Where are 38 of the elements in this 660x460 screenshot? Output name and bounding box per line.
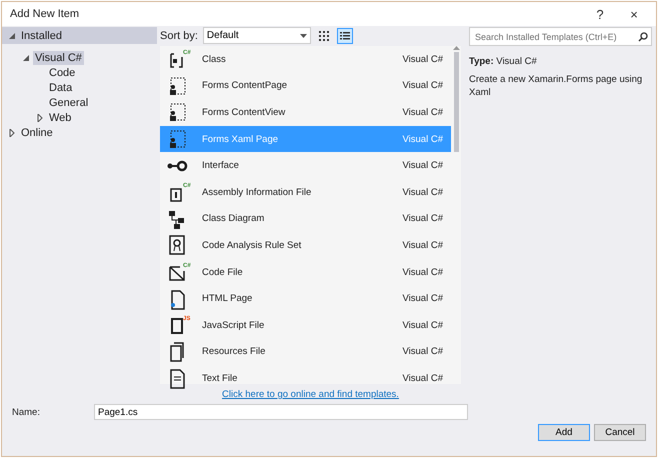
type-label: Type: bbox=[469, 56, 494, 67]
type-value: Visual C# bbox=[496, 56, 537, 67]
scroll-up-arrow-icon[interactable] bbox=[452, 46, 460, 50]
list-view-button[interactable] bbox=[336, 28, 353, 44]
tree-item[interactable]: Online bbox=[19, 126, 55, 140]
template-row[interactable]: Forms ContentPage Visual C# bbox=[160, 72, 451, 100]
dialog-button[interactable]: Cancel bbox=[594, 424, 646, 441]
help-button[interactable]: ? bbox=[586, 6, 614, 22]
template-row[interactable]: Forms ContentView Visual C# bbox=[160, 99, 451, 126]
tree-item[interactable]: Code bbox=[47, 66, 78, 80]
close-button[interactable]: × bbox=[620, 6, 648, 22]
name-field[interactable]: Page1.cs bbox=[94, 404, 468, 420]
collapsed-arrow-icon[interactable] bbox=[8, 128, 16, 136]
search-field[interactable]: Search Installed Templates (Ctrl+E) bbox=[469, 27, 652, 46]
online-templates-link[interactable]: Click here to go online and find templates. bbox=[222, 389, 399, 400]
tree-item[interactable]: General bbox=[47, 96, 90, 110]
list-icon bbox=[338, 30, 351, 42]
sort-dropdown[interactable]: Default bbox=[202, 27, 311, 44]
tree-item[interactable]: Web bbox=[47, 110, 74, 124]
scrollbar[interactable] bbox=[451, 46, 461, 384]
template-description: Create a new Xamarin.Forms page using Xaml bbox=[469, 73, 644, 100]
template-row[interactable]: HTML Page Visual C# bbox=[160, 285, 451, 312]
search-icon bbox=[638, 32, 648, 42]
template-row[interactable]: Resources File Visual C# bbox=[160, 338, 451, 366]
grid-icon bbox=[318, 30, 330, 42]
template-row[interactable]: Class Diagram Visual C# bbox=[160, 206, 451, 232]
dialog-button[interactable]: Add bbox=[538, 424, 590, 441]
collapsed-arrow-icon[interactable] bbox=[36, 114, 44, 122]
name-label: Name: bbox=[12, 406, 41, 418]
template-row[interactable]: Interface Visual C# bbox=[160, 152, 451, 179]
caret-icon bbox=[300, 34, 307, 38]
window-title: Add New Item bbox=[10, 8, 80, 20]
tree-item[interactable]: Data bbox=[47, 80, 74, 94]
expanded-arrow-icon[interactable] bbox=[22, 54, 30, 62]
sort-label: Sort by: bbox=[160, 30, 198, 42]
template-row[interactable]: Code Analysis Rule Set Visual C# bbox=[160, 232, 451, 259]
tree-item[interactable]: Visual C# bbox=[33, 50, 84, 64]
expanded-arrow-icon[interactable] bbox=[8, 32, 16, 40]
